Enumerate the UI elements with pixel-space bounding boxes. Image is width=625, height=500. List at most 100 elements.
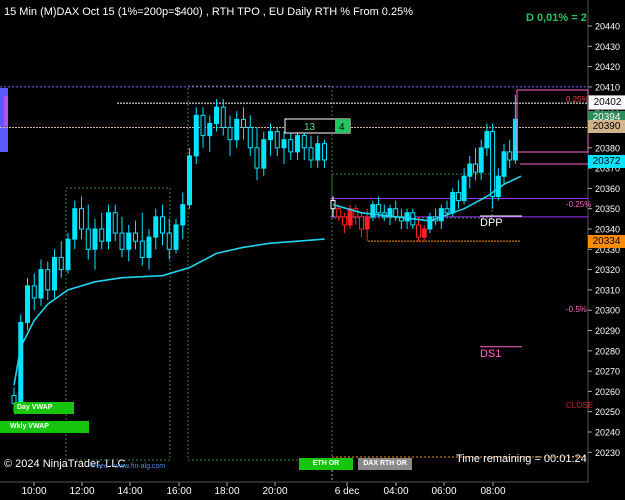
info-box[interactable]: 13 4 (284, 118, 351, 134)
y-tick-label: 20410 (595, 82, 620, 92)
candle-body (322, 143, 327, 161)
y-tick-label: 20250 (595, 407, 620, 417)
candle-body (507, 151, 513, 161)
candle-body (112, 212, 118, 234)
candle-body (31, 285, 37, 299)
y-tick-label: 20240 (595, 428, 620, 438)
candle-body (288, 139, 294, 153)
eth-or-button[interactable]: ETH OR (299, 458, 353, 470)
x-tick-label: 18:00 (214, 486, 239, 497)
y-tick-label: 20350 (595, 204, 620, 214)
pct-025-label: 0.25% (566, 95, 589, 104)
y-tick-label: 20380 (595, 143, 620, 153)
wkly-vwap-button[interactable]: Wkly VWAP (0, 421, 89, 433)
candle-body (281, 139, 287, 149)
dpp-label: DPP (480, 217, 503, 229)
candle-body (146, 236, 152, 258)
candle-body (364, 216, 370, 230)
candle-body (79, 208, 84, 230)
y-tick-label: 20260 (595, 387, 620, 397)
candle-body (214, 106, 219, 124)
candle-body (308, 147, 314, 161)
price-box-20334[interactable]: 20334 (588, 235, 625, 248)
candle-body (139, 240, 145, 258)
candle-body (490, 131, 496, 198)
candle-body (455, 191, 461, 202)
candle-body (153, 216, 159, 238)
day-vwap-button[interactable]: Day VWAP (14, 402, 74, 414)
candle-body (65, 238, 71, 271)
candle-body (467, 163, 473, 177)
y-tick-label: 20440 (595, 22, 620, 32)
pct-neg-05-label: -0.5% (566, 305, 587, 314)
candle-body (450, 191, 456, 214)
x-tick-label: 14:00 (117, 486, 142, 497)
y-tick-label: 20340 (595, 225, 620, 235)
x-tick-label: 10:00 (21, 486, 46, 497)
vwap-lines (13, 175, 522, 386)
chart-title: 15 Min (M)DAX Oct 15 (1%=200p=$400) , RT… (4, 6, 413, 18)
candle-body (166, 232, 172, 250)
candle-body (427, 216, 433, 230)
candle-body (106, 212, 111, 242)
candle-body (25, 285, 30, 323)
candle-body (99, 228, 105, 242)
candle-body (274, 131, 280, 149)
x-tick-label: 08:00 (480, 486, 505, 497)
delta-label: D 0,01% = 2 (526, 12, 587, 24)
candle-body (341, 216, 347, 226)
candle-body (336, 208, 342, 218)
left-color-strip-b (4, 96, 8, 126)
close-label: CLOSE (566, 401, 594, 410)
candle-body (45, 269, 51, 291)
candle-body (193, 114, 199, 157)
price-box-20372[interactable]: 20372 (588, 155, 625, 168)
candle-body (173, 224, 179, 250)
x-tick-label: 06:00 (431, 486, 456, 497)
candle-body (133, 232, 138, 242)
candle-body (416, 224, 421, 238)
price-chart[interactable]: 2044020430204202041020400203902038020370… (0, 0, 625, 500)
candle-body (92, 228, 98, 250)
x-tick-label: 6 dec (335, 486, 359, 497)
price-box-20402[interactable]: 20402 (588, 95, 625, 110)
x-axis-ticks: 10:00 12:00 14:00 16:00 18:00 20:00 6 dec 04:00… (0, 481, 588, 497)
candle-body (261, 139, 267, 169)
candle-body (247, 127, 253, 149)
y-tick-label: 20230 (595, 448, 620, 458)
candle-body (268, 131, 273, 141)
candle-body (438, 208, 444, 222)
candle-body (478, 147, 484, 173)
y-tick-label: 20430 (595, 42, 620, 52)
info-box-count: 13 (304, 122, 316, 133)
candle-body (207, 122, 213, 137)
ds1-label: DS1 (480, 348, 502, 360)
x-tick-label: 04:00 (383, 486, 408, 497)
candle-body (58, 256, 64, 271)
y-tick-label: 20420 (595, 62, 620, 72)
y-tick-label: 20270 (595, 367, 620, 377)
candle-body (501, 151, 507, 177)
y-tick-label: 20310 (595, 285, 620, 295)
candle-body (52, 256, 57, 291)
x-tick-label: 16:00 (166, 486, 191, 497)
candles (11, 95, 518, 412)
candle-body (227, 127, 233, 141)
x-tick-label: 12:00 (69, 486, 94, 497)
candle-body (484, 131, 490, 149)
price-box-20390[interactable]: 20390 (588, 120, 625, 133)
candle-body (126, 232, 132, 250)
dax-rth-or-button[interactable]: DAX RTH OR (358, 458, 412, 470)
candle-body (119, 232, 125, 250)
candle-body (180, 204, 186, 226)
y-tick-label: 20300 (595, 306, 620, 316)
y-tick-label: 20320 (595, 265, 620, 275)
candle-body (461, 175, 467, 202)
candle-body (295, 135, 300, 153)
candle-body (160, 216, 165, 234)
candle-body (353, 208, 359, 218)
candle-body (187, 155, 192, 206)
feed-source-text[interactable]: Feed - www.fin-alg.com (92, 463, 165, 470)
pct-neg-025-label: -0.25% (566, 200, 592, 209)
candle-body (200, 114, 206, 137)
